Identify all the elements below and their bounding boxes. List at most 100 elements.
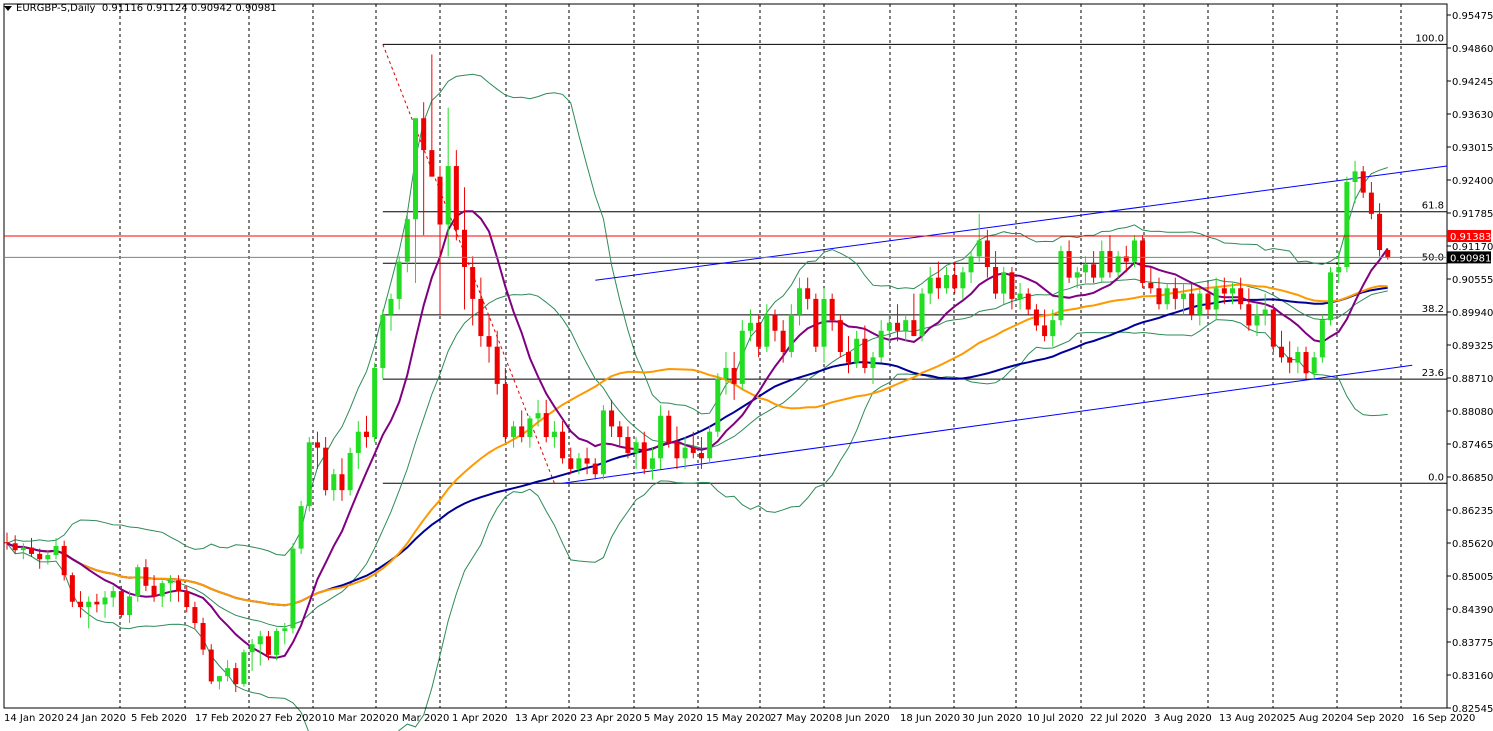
date-label: 10 Mar 2020 xyxy=(322,713,385,724)
candle-body xyxy=(1230,288,1235,294)
candle-body xyxy=(731,367,737,384)
candle-body xyxy=(527,418,533,438)
price-tick-label: 0.91170 xyxy=(1452,242,1493,253)
candle-body xyxy=(600,410,606,475)
candle-body xyxy=(609,410,615,427)
candle xyxy=(813,293,819,353)
candle-body xyxy=(453,166,459,230)
date-label: 5 May 2020 xyxy=(644,713,703,724)
candle-body xyxy=(413,118,418,220)
candle-body xyxy=(584,458,590,464)
fib-level-label: 23.6 xyxy=(1422,368,1444,379)
candle-body xyxy=(176,580,182,592)
candle-body xyxy=(805,288,811,299)
candle-body xyxy=(895,322,901,331)
candle-body xyxy=(45,554,51,560)
candle-body xyxy=(633,442,639,453)
date-label: 27 May 2020 xyxy=(770,713,835,724)
candle-body xyxy=(167,580,173,584)
candle-body xyxy=(919,293,925,337)
candle-body xyxy=(674,442,680,459)
candle xyxy=(1319,314,1325,363)
symbol-label: EURGBP-S,Daily xyxy=(16,3,96,14)
candle-body xyxy=(1009,272,1015,299)
candle-body xyxy=(159,583,165,597)
candle-body xyxy=(764,314,770,347)
candle-body xyxy=(560,431,566,459)
candle-body xyxy=(282,628,288,631)
candle-body xyxy=(298,506,304,549)
candle-body xyxy=(1197,293,1203,315)
candle-body xyxy=(1074,272,1080,278)
candle-body xyxy=(1319,320,1325,358)
candle-body xyxy=(911,320,917,337)
candle-body xyxy=(200,622,206,650)
candle-body xyxy=(372,367,378,438)
candle xyxy=(1344,176,1350,273)
candle-body xyxy=(682,447,688,459)
candle-body xyxy=(1025,293,1031,310)
candle xyxy=(298,500,304,554)
candle-body xyxy=(61,545,67,576)
candle-body xyxy=(551,431,557,438)
candle-body xyxy=(1180,293,1186,299)
candle-body xyxy=(102,597,108,605)
collapse-triangle-icon[interactable] xyxy=(4,5,12,11)
candle-body xyxy=(666,415,672,443)
candle-body xyxy=(1148,282,1154,289)
date-label: 27 Feb 2020 xyxy=(259,713,321,724)
candle xyxy=(200,617,206,655)
price-tick-label: 0.94245 xyxy=(1452,77,1493,88)
candle-body xyxy=(1066,251,1072,278)
candle-body xyxy=(1336,267,1342,273)
chart-window[interactable]: 100.0 61.8 50.0 38.2 23.6 0.0 0.95475 0.94860 0… xyxy=(0,0,1493,731)
candle-body xyxy=(363,431,369,438)
candle-body xyxy=(1385,250,1391,258)
date-label: 18 Jun 2020 xyxy=(900,713,960,724)
price-tick-label: 0.85005 xyxy=(1452,572,1493,583)
candle-body xyxy=(37,553,43,560)
candle-body xyxy=(1115,256,1121,273)
candle-body xyxy=(1221,288,1227,294)
red-line-price-tag-text: 0.91383 xyxy=(1450,232,1491,243)
candle-body xyxy=(396,261,402,299)
candle-body xyxy=(135,567,141,597)
candle-body xyxy=(993,267,999,294)
date-label: 23 Apr 2020 xyxy=(580,713,642,724)
candle-body xyxy=(821,298,827,347)
price-chart[interactable]: 100.061.850.038.223.60.0 0.954750.948600… xyxy=(0,0,1493,731)
chart-header: EURGBP-S,Daily 0.91116 0.91124 0.90942 0… xyxy=(4,3,277,14)
candle-body xyxy=(935,277,941,289)
candle-body xyxy=(445,166,451,225)
candle-body xyxy=(1352,171,1358,182)
candle-body xyxy=(241,652,247,685)
date-label: 14 Jan 2020 xyxy=(4,713,64,724)
candle-body xyxy=(1017,293,1023,299)
price-tick-label: 0.88710 xyxy=(1452,374,1493,385)
candle-body xyxy=(1164,288,1170,305)
candle-body xyxy=(690,447,696,453)
candle-body xyxy=(952,274,958,289)
candle xyxy=(666,410,672,448)
candle-body xyxy=(78,601,84,608)
red-line-price-tag: 0.91383 xyxy=(1447,230,1491,243)
price-tick-label: 0.89325 xyxy=(1452,341,1493,352)
candle-body xyxy=(625,437,631,453)
candle-body xyxy=(968,256,974,273)
candle xyxy=(347,447,353,496)
candle-body xyxy=(1295,352,1301,363)
candle-body xyxy=(306,442,312,507)
date-label: 4 Sep 2020 xyxy=(1347,713,1404,724)
date-label: 8 Jun 2020 xyxy=(836,713,890,724)
candle-body xyxy=(151,585,157,597)
candle-body xyxy=(1254,314,1260,326)
candle-body xyxy=(494,346,500,384)
candle-body xyxy=(1377,213,1383,251)
candle-body xyxy=(1311,357,1317,374)
candle-body xyxy=(53,545,59,555)
candle-body xyxy=(796,288,802,315)
candle-body xyxy=(568,458,574,469)
candle-body xyxy=(1042,325,1048,337)
price-tick-label: 0.84390 xyxy=(1452,605,1493,616)
candle-body xyxy=(543,413,549,438)
